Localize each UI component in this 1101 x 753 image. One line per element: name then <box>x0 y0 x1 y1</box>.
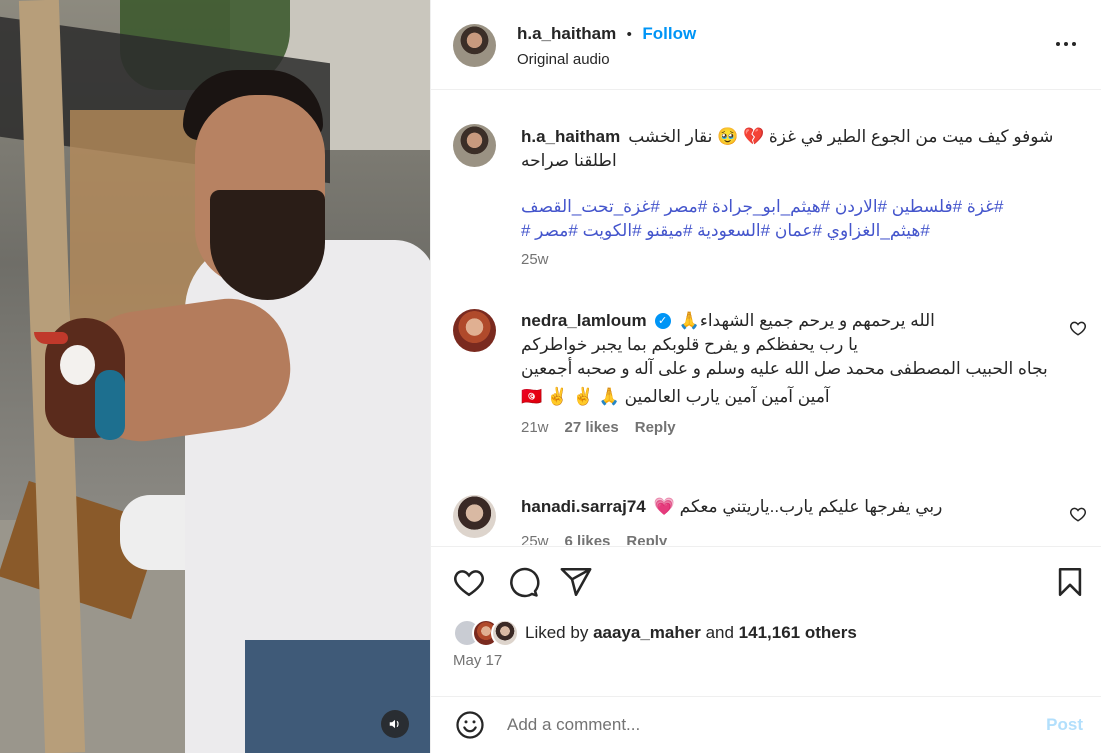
comment-text-line2: يا رب يحفظكم و يفرح قلوبكم بما يجبر خواط… <box>521 335 859 354</box>
caption-text-line2: اطلقنا صراحه <box>521 151 617 170</box>
likes-summary: Liked by aaaya_maher and 141,161 others <box>525 623 857 643</box>
caption-username[interactable]: h.a_haitham <box>521 125 620 149</box>
caption-text-line1: شوفو كيف ميت من الجوع الطير في غزة 💔 🥹 ن… <box>628 127 1054 146</box>
smiley-icon[interactable] <box>455 710 485 740</box>
heart-icon[interactable] <box>452 565 486 599</box>
liker-avatar[interactable] <box>491 619 519 647</box>
caption-hashtags-line2[interactable]: #هيثم_الغزاوي #عمان #السعودية #ميقنو #ال… <box>521 219 1081 243</box>
comment-avatar[interactable] <box>453 495 496 538</box>
man-beard <box>210 190 325 300</box>
comment-item: hanadi.sarraj74 ربي يفرجها عليكم يارب..ي… <box>521 495 1051 545</box>
comment-reply-button[interactable]: Reply <box>626 533 667 545</box>
likes-and: and <box>705 623 734 642</box>
bird-beak <box>34 332 68 344</box>
header-separator: • <box>626 26 632 43</box>
caption-time[interactable]: 25w <box>521 251 1081 268</box>
comment-text-line3: بجاه الحبيب المصطفى محمد صل الله عليه وس… <box>521 359 1048 378</box>
comment-time[interactable]: 25w <box>521 533 549 545</box>
comment-input[interactable] <box>507 711 1027 739</box>
comment-time[interactable]: 21w <box>521 419 549 436</box>
comment-text-line1: ربي يفرجها عليكم يارب..ياريتني معكم 💗 <box>653 497 943 516</box>
verified-badge-icon: ✓ <box>654 313 671 329</box>
comment-like-heart-icon[interactable] <box>1069 319 1087 337</box>
comment-bubble-icon[interactable] <box>506 565 540 599</box>
comment-likes[interactable]: 27 likes <box>565 419 619 436</box>
more-horizontal-icon[interactable] <box>1056 36 1080 52</box>
comment-text-line4: آمين آمين آمين يارب العالمين 🙏 ✌️ ✌️ 🇹🇳 <box>521 387 830 406</box>
follow-button[interactable]: Follow <box>642 24 696 43</box>
audio-toggle-button[interactable] <box>381 710 409 738</box>
paper-plane-icon[interactable] <box>559 565 593 599</box>
author-username[interactable]: h.a_haitham <box>517 24 616 43</box>
comment-like-heart-icon[interactable] <box>1069 505 1087 523</box>
author-avatar[interactable] <box>453 24 496 67</box>
likes-prefix: Liked by <box>525 623 589 642</box>
speaker-icon <box>389 719 399 729</box>
comments-list[interactable]: شوفو كيف ميت من الجوع الطير في غزة 💔 🥹 ن… <box>431 91 1101 545</box>
post-date[interactable]: May 17 <box>453 652 502 669</box>
comment-item: nedra_lamloum ✓ الله يرحمهم و يرحم جميع … <box>521 309 1051 436</box>
post-detail-panel: h.a_haitham • Follow Original audio شوفو… <box>430 0 1101 753</box>
post-comment-button[interactable]: Post <box>1046 715 1083 735</box>
audio-label[interactable]: Original audio <box>517 51 610 68</box>
likes-user[interactable]: aaaya_maher <box>593 623 701 642</box>
post-media[interactable] <box>0 0 430 753</box>
comment-reply-button[interactable]: Reply <box>635 419 676 436</box>
bird-chest <box>60 345 95 385</box>
man-jeans <box>245 640 430 753</box>
comment-likes[interactable]: 6 likes <box>565 533 611 545</box>
comment-username[interactable]: hanadi.sarraj74 <box>521 497 646 517</box>
caption-hashtags-line1[interactable]: #غزة #فلسطين #الاردن #هيثم_ابو_جرادة #مص… <box>521 195 1081 219</box>
bookmark-icon[interactable] <box>1053 565 1087 599</box>
comment-text-line1: الله يرحمهم و يرحم جميع الشهداء🙏 <box>678 311 935 330</box>
post-header: h.a_haitham • Follow Original audio <box>431 0 1101 90</box>
caption-author-avatar[interactable] <box>453 124 496 167</box>
comment-username[interactable]: nedra_lamloum <box>521 311 647 331</box>
comment-avatar[interactable] <box>453 309 496 352</box>
likes-count[interactable]: 141,161 others <box>739 623 857 642</box>
add-comment-bar: Post <box>431 696 1101 753</box>
bird-wing <box>95 370 125 440</box>
